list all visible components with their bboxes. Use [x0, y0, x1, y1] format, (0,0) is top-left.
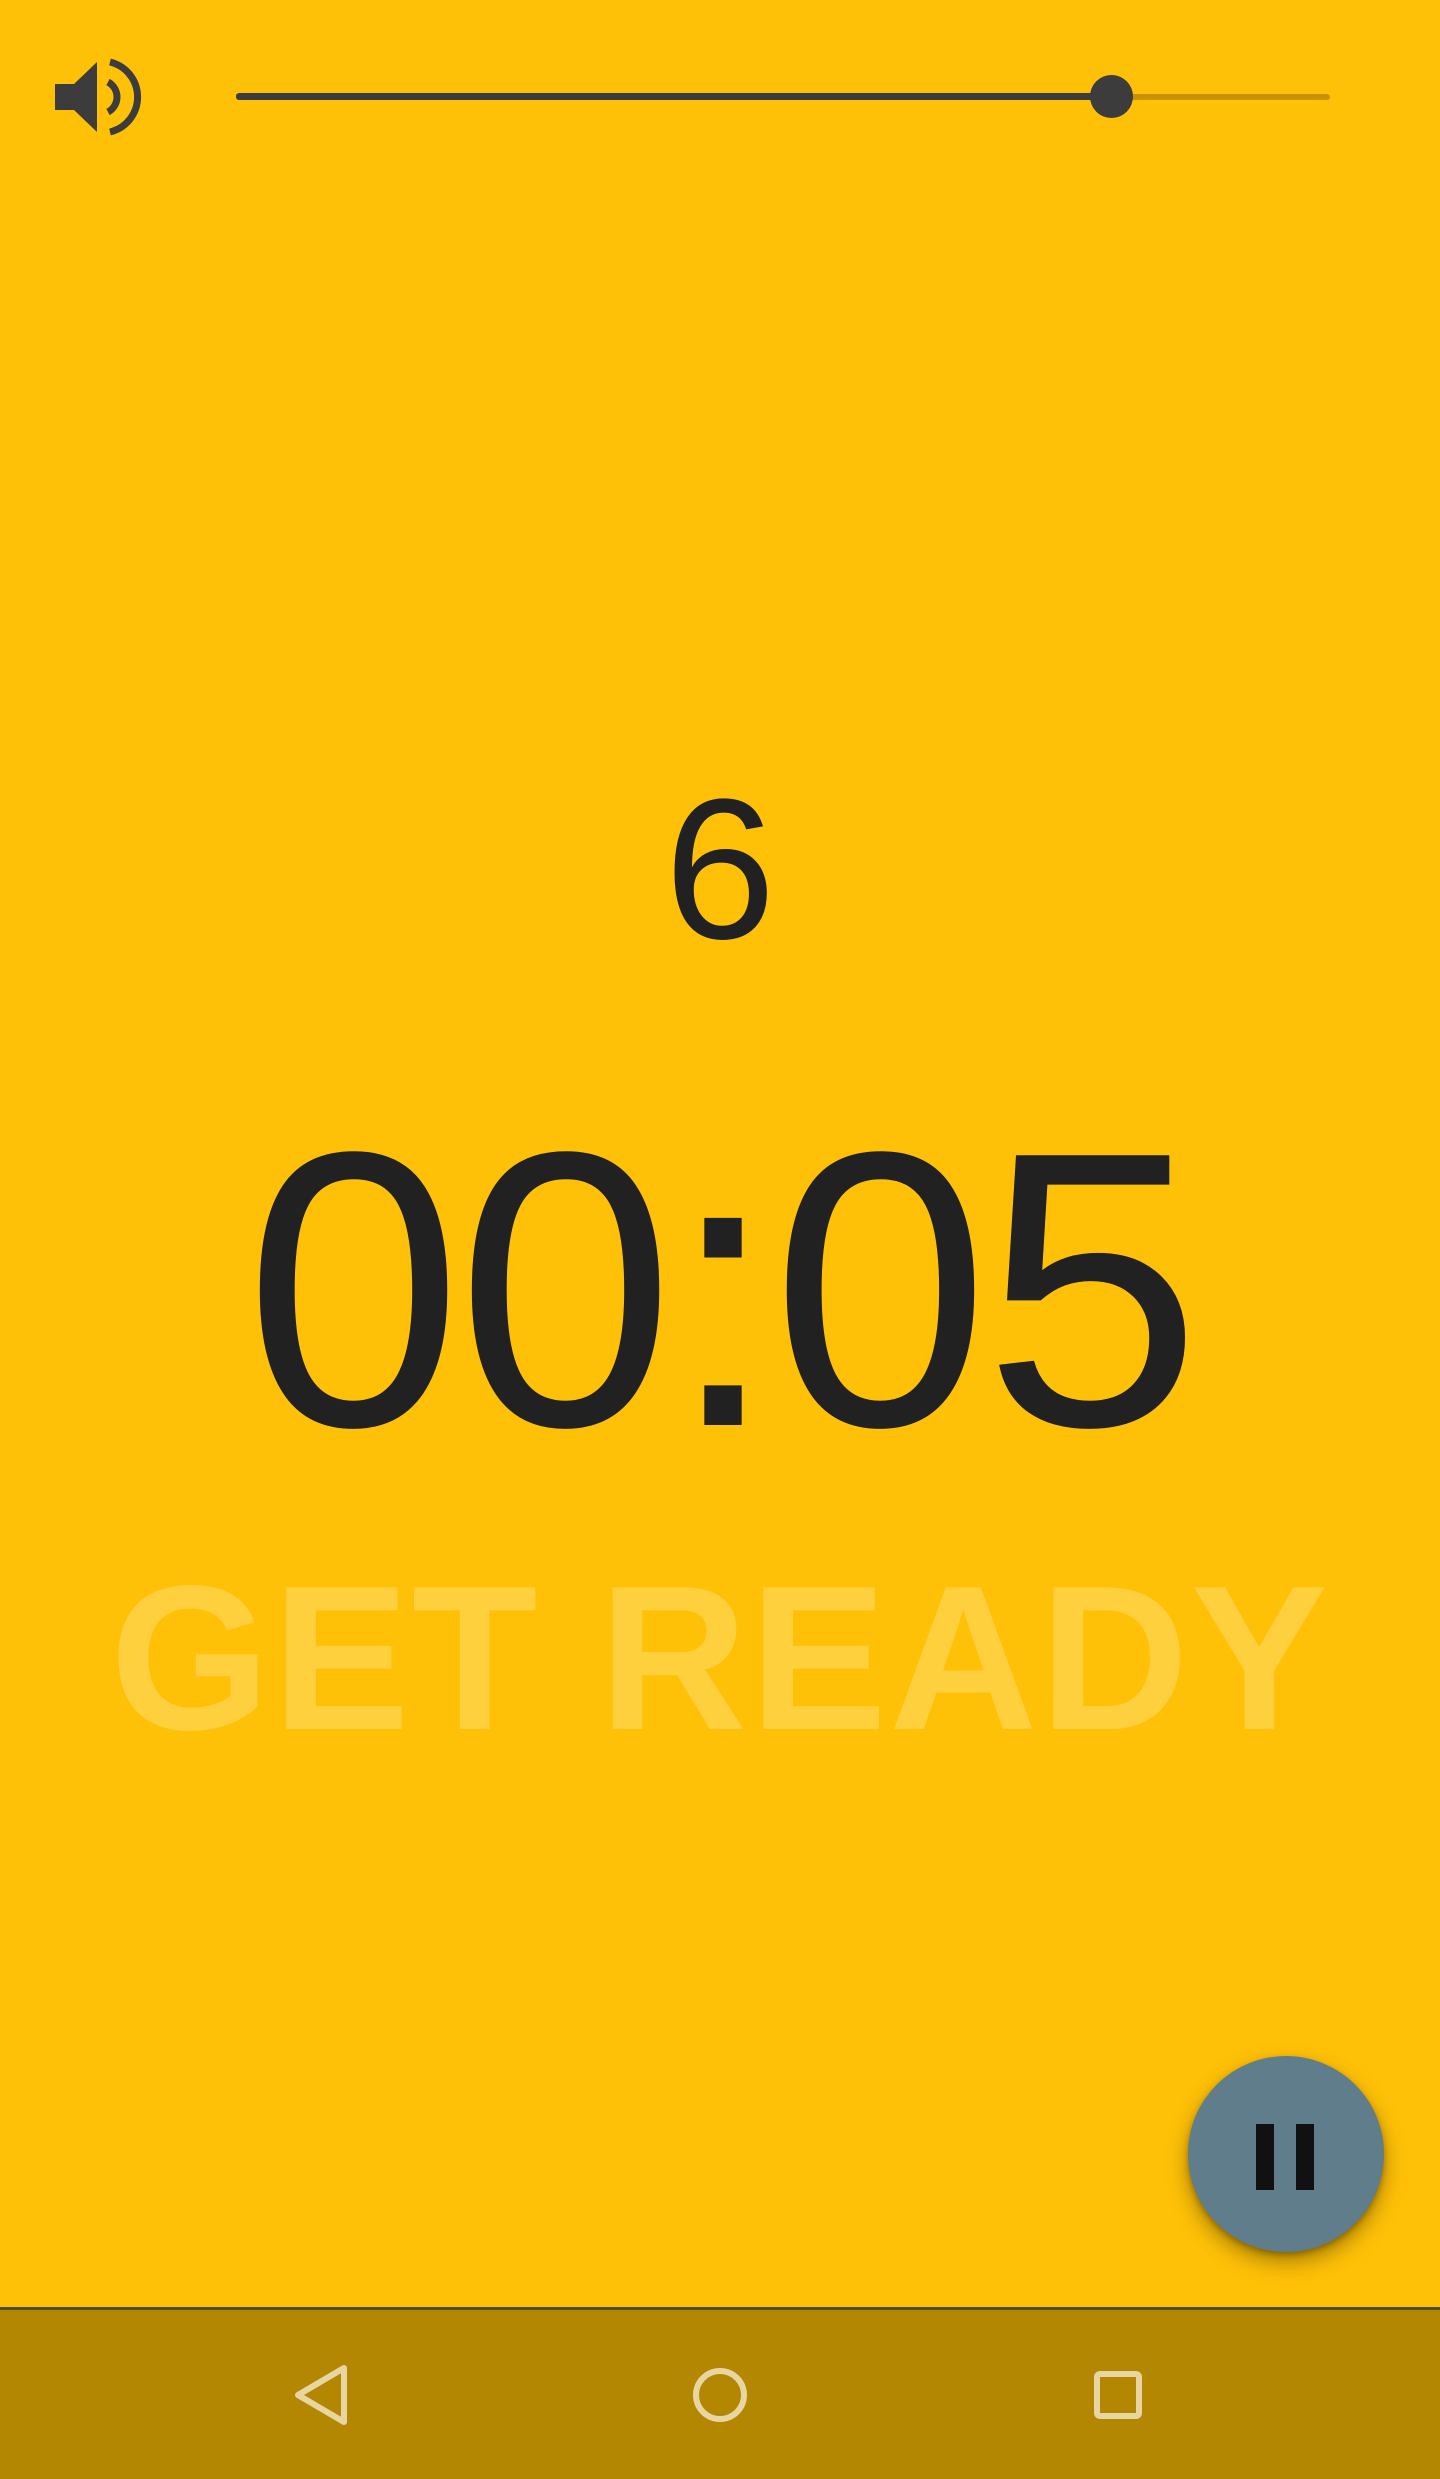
home-button[interactable]	[675, 2350, 765, 2440]
back-triangle-icon	[295, 2365, 347, 2425]
phase-label: GET READY	[110, 1543, 1330, 1773]
volume-slider-track-empty	[1111, 94, 1330, 100]
volume-slider-thumb[interactable]	[1090, 75, 1133, 118]
home-circle-icon	[693, 2368, 747, 2422]
recents-button[interactable]	[1073, 2350, 1163, 2440]
timer-screen: 6 00:05 GET READY	[0, 0, 1440, 2307]
countdown-timer: 00:05	[244, 1071, 1202, 1509]
system-navigation-bar	[0, 2307, 1440, 2479]
pause-button[interactable]	[1188, 2056, 1384, 2252]
recents-square-icon	[1094, 2371, 1142, 2419]
volume-icon[interactable]	[50, 52, 146, 142]
pause-icon	[1256, 2124, 1316, 2190]
volume-slider-track-filled	[236, 93, 1111, 100]
round-counter: 6	[664, 758, 776, 981]
back-button[interactable]	[276, 2350, 366, 2440]
volume-slider[interactable]	[236, 72, 1330, 122]
